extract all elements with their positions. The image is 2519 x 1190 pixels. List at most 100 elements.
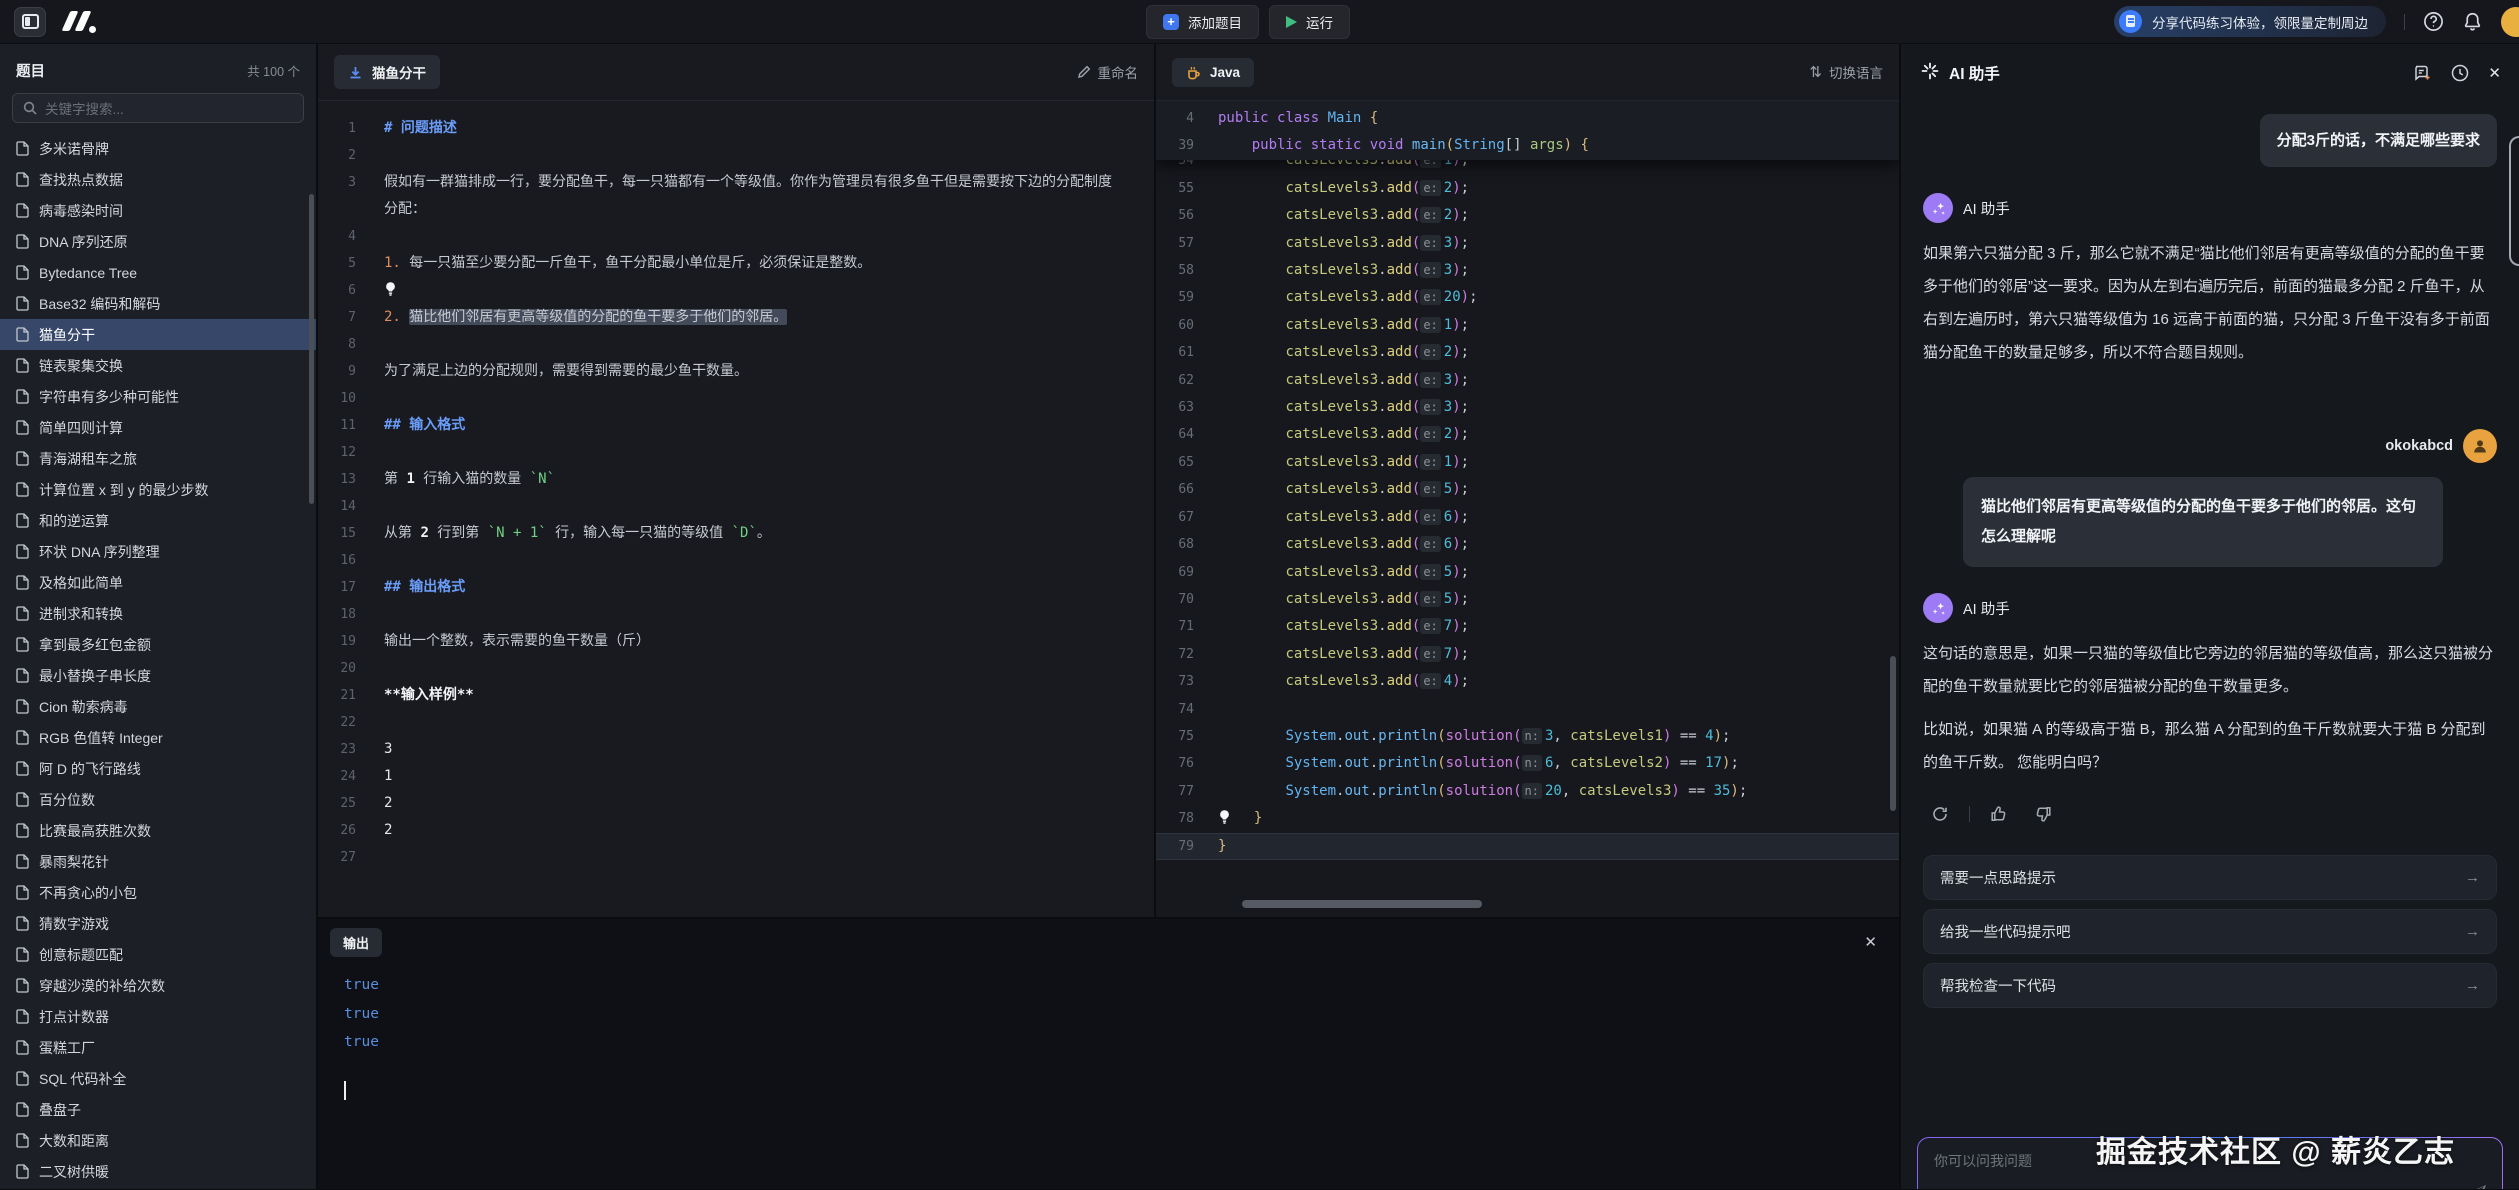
app-logo[interactable]: [62, 10, 98, 34]
suggestion-chip[interactable]: 给我一些代码提示吧→: [1923, 909, 2497, 954]
notifications-bell-icon[interactable]: [2462, 11, 2483, 32]
sidebar-item[interactable]: 进制求和转换: [0, 598, 316, 629]
lightbulb-icon[interactable]: [384, 281, 397, 297]
sidebar-item-label: Cion 勒索病毒: [39, 697, 128, 717]
sidebar-item[interactable]: 和的逆运算: [0, 505, 316, 536]
sidebar-item[interactable]: 蛋糕工厂: [0, 1032, 316, 1063]
sidebar-item[interactable]: 百分位数: [0, 784, 316, 815]
line-content: [384, 547, 1154, 574]
message-actions: [1925, 799, 2497, 829]
line-number: 22: [318, 709, 384, 736]
sidebar-toggle-button[interactable]: [14, 7, 46, 37]
sidebar-item[interactable]: 字符串有多少种可能性: [0, 381, 316, 412]
sidebar-item[interactable]: 创意标题匹配: [0, 939, 316, 970]
sidebar-item[interactable]: 计算位置 x 到 y 的最少步数: [0, 474, 316, 505]
sidebar-item[interactable]: 大数和距离: [0, 1125, 316, 1156]
sidebar-item[interactable]: 叠盘子: [0, 1094, 316, 1125]
arrow-right-icon: →: [2465, 869, 2480, 886]
sidebar-item[interactable]: 打点计数器: [0, 1001, 316, 1032]
panel-scrollbar-thumb[interactable]: [2509, 136, 2519, 266]
editor-line: 74: [1156, 696, 1899, 723]
sidebar-item[interactable]: 青海湖租车之旅: [0, 443, 316, 474]
code-editor[interactable]: 4public class Main {39 public static voi…: [1156, 101, 1899, 917]
send-icon[interactable]: [2466, 1182, 2488, 1189]
sidebar-item[interactable]: 不再贪心的小包: [0, 877, 316, 908]
sidebar-item-label: 环状 DNA 序列整理: [39, 542, 160, 562]
sidebar-item[interactable]: Base32 编码和解码: [0, 288, 316, 319]
line-content: ## 输出格式: [384, 574, 1154, 601]
line-content: [384, 331, 1154, 358]
sidebar-item[interactable]: 猜数字游戏: [0, 908, 316, 939]
document-icon: [16, 544, 29, 559]
sidebar-item[interactable]: 链表聚集交换: [0, 350, 316, 381]
sidebar-item-label: 猫鱼分干: [39, 325, 95, 345]
sidebar-item[interactable]: 多米诺骨牌: [0, 133, 316, 164]
download-arrow-icon: [348, 65, 363, 80]
sidebar-item[interactable]: 环状 DNA 序列整理: [0, 536, 316, 567]
promo-banner[interactable]: 分享代码练习体验，领限量定制周边: [2114, 6, 2386, 37]
sidebar-item[interactable]: 比赛最高获胜次数: [0, 815, 316, 846]
new-chat-icon[interactable]: [2412, 63, 2432, 83]
editor-line: 6: [318, 277, 1154, 304]
sidebar-item[interactable]: 暴雨梨花针: [0, 846, 316, 877]
editor-scrollbar[interactable]: [1890, 656, 1896, 811]
run-button[interactable]: 运行: [1269, 5, 1350, 39]
line-content: System.out.println(solution(n:6, catsLev…: [1218, 750, 1899, 777]
chat-input[interactable]: 你可以问我问题: [1917, 1137, 2503, 1189]
suggestion-chip[interactable]: 需要一点思路提示→: [1923, 855, 2497, 900]
line-number: 3: [318, 169, 384, 223]
sidebar-title: 题目: [16, 60, 45, 81]
editors-row: 猫鱼分干 重命名 1# 问题描述23假如有一群猫排成一行，要分配鱼干，每一只猫都…: [318, 44, 1899, 917]
history-icon[interactable]: [2450, 63, 2470, 83]
suggestion-chip[interactable]: 帮我检查一下代码→: [1923, 963, 2497, 1008]
ai-name: AI 助手: [1963, 598, 2010, 619]
editor-line: 63 catsLevels3.add(e:3);: [1156, 394, 1899, 421]
line-number: 18: [318, 601, 384, 628]
sidebar-item[interactable]: 病毒感染时间: [0, 195, 316, 226]
user-avatar[interactable]: [2501, 7, 2519, 37]
language-tab[interactable]: Java: [1172, 58, 1254, 87]
add-problem-button[interactable]: + 添加题目: [1146, 5, 1259, 39]
output-close-icon[interactable]: ✕: [1858, 933, 1883, 951]
help-icon[interactable]: [2423, 11, 2444, 32]
sidebar-item[interactable]: 猫鱼分干: [0, 319, 316, 350]
sidebar-item[interactable]: 阿 D 的飞行路线: [0, 753, 316, 784]
sidebar-scrollbar[interactable]: [309, 194, 314, 504]
sidebar-item[interactable]: 穿越沙漠的补给次数: [0, 970, 316, 1001]
thumbs-down-icon[interactable]: [2028, 799, 2058, 829]
output-tab[interactable]: 输出: [330, 928, 382, 957]
sidebar-item[interactable]: Cion 勒索病毒: [0, 691, 316, 722]
horizontal-scrollbar[interactable]: [1242, 900, 1482, 908]
ai-message-header: AI 助手: [1923, 593, 2497, 623]
search-input[interactable]: 关键字搜索...: [12, 93, 304, 123]
user-message: 分配3斤的话，不满足哪些要求: [2260, 114, 2497, 167]
sidebar-item[interactable]: 查找热点数据: [0, 164, 316, 195]
output-panel: 输出 ✕ truetruetrue: [318, 919, 1899, 1189]
problem-tab[interactable]: 猫鱼分干: [334, 55, 440, 89]
sidebar-item[interactable]: 最小替换子串长度: [0, 660, 316, 691]
thumbs-up-icon[interactable]: [1984, 799, 2014, 829]
editor-line: 241: [318, 763, 1154, 790]
sidebar-item-label: 不再贪心的小包: [39, 883, 137, 903]
sidebar-item[interactable]: 拿到最多红包金额: [0, 629, 316, 660]
close-assistant-icon[interactable]: ✕: [2488, 64, 2501, 82]
sidebar-item[interactable]: DNA 序列还原: [0, 226, 316, 257]
output-console[interactable]: truetruetrue: [318, 959, 1899, 1110]
sidebar-item[interactable]: SQL 代码补全: [0, 1063, 316, 1094]
sidebar-item[interactable]: Bytedance Tree: [0, 257, 316, 288]
switch-language-button[interactable]: ⇅ 切换语言: [1809, 62, 1883, 82]
sidebar-item[interactable]: 简单四则计算: [0, 412, 316, 443]
regenerate-icon[interactable]: [1925, 799, 1955, 829]
line-content: [384, 223, 1154, 250]
search-icon: [23, 101, 37, 115]
document-icon: [16, 823, 29, 838]
sidebar-item[interactable]: 二分数字: [0, 1187, 316, 1189]
sidebar-item[interactable]: 二叉树供暖: [0, 1156, 316, 1187]
panel-layout-icon: [22, 14, 39, 29]
rename-button[interactable]: 重命名: [1077, 62, 1139, 82]
sidebar-item[interactable]: RGB 色值转 Integer: [0, 722, 316, 753]
markdown-editor[interactable]: 1# 问题描述23假如有一群猫排成一行，要分配鱼干，每一只猫都有一个等级值。你作…: [318, 101, 1154, 917]
line-content: 1. 每一只猫至少要分配一斤鱼干，鱼干分配最小单位是斤，必须保证是整数。: [384, 250, 1154, 277]
lightbulb-icon[interactable]: [1218, 809, 1231, 825]
sidebar-item[interactable]: 及格如此简单: [0, 567, 316, 598]
